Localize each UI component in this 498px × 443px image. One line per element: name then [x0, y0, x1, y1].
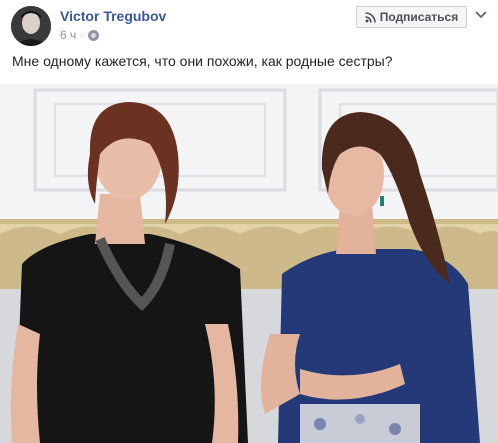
- subscribe-label: Подписаться: [379, 10, 459, 24]
- meta-separator: ·: [80, 29, 84, 41]
- rss-icon: [365, 11, 376, 23]
- post-text: Мне одному кажется, что они похожи, как …: [12, 53, 393, 69]
- chevron-down-icon[interactable]: [474, 8, 488, 22]
- subscribe-button[interactable]: Подписаться: [356, 6, 467, 28]
- post-meta: 6 ч ·: [60, 28, 99, 42]
- post-time[interactable]: 6 ч: [60, 28, 76, 42]
- globe-icon: [87, 29, 99, 41]
- author-name[interactable]: Victor Tregubov: [60, 8, 166, 24]
- post-photo[interactable]: [0, 84, 498, 443]
- facebook-post: Victor Tregubov 6 ч · Подписаться Мне од…: [0, 0, 498, 443]
- avatar[interactable]: [11, 6, 51, 46]
